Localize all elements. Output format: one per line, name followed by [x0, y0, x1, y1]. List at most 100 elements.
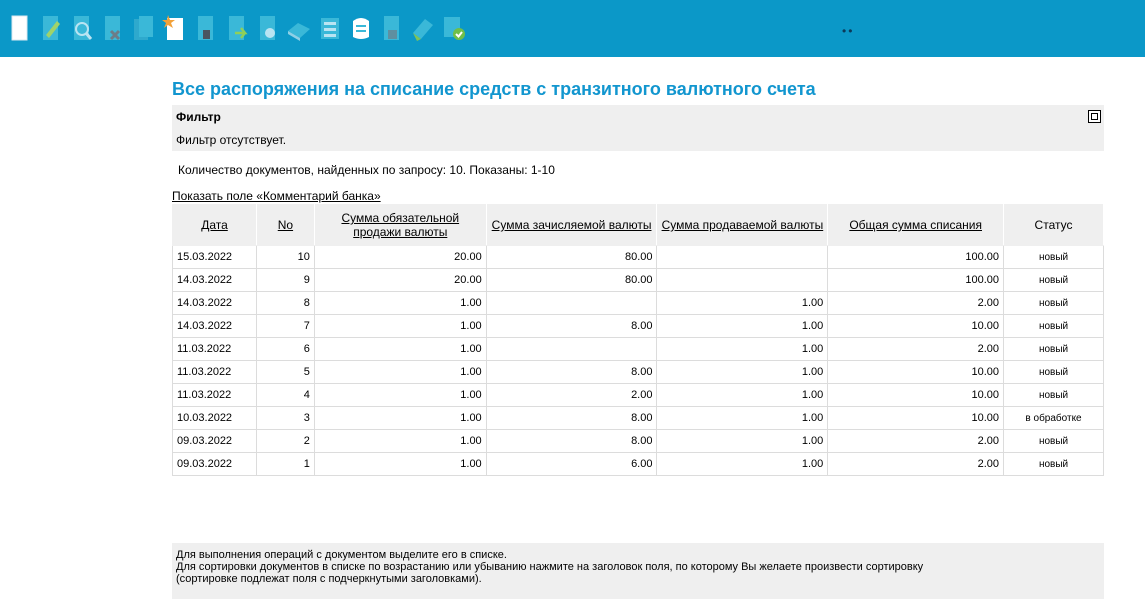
filter-panel: Фильтр Фильтр отсутствует. [172, 105, 1104, 151]
copy-document-icon[interactable] [130, 13, 157, 44]
cell-status: новый [1003, 314, 1104, 338]
cell-credited: 8.00 [485, 429, 658, 453]
cell-credited [485, 337, 658, 361]
cell-date: 15.03.2022 [172, 245, 257, 269]
cell-credited: 2.00 [485, 383, 658, 407]
column-header-no-label: No [277, 218, 294, 232]
cell-status: новый [1003, 429, 1104, 453]
cell-total: 2.00 [827, 337, 1005, 361]
column-header-sold-label: Сумма продаваемой валюты [661, 218, 824, 232]
cell-total: 10.00 [827, 406, 1005, 430]
toolbar: •• [0, 0, 1145, 57]
cell-credited: 8.00 [485, 314, 658, 338]
column-header-mandatory-sale-label: Сумма обязательной продажи валюты [341, 211, 460, 239]
toolbar-indicator: •• [842, 24, 855, 38]
cell-sold [656, 245, 829, 269]
cell-total: 10.00 [827, 314, 1005, 338]
scroll-icon[interactable] [347, 13, 374, 44]
send-document-icon[interactable] [223, 13, 250, 44]
cell-credited: 80.00 [485, 268, 658, 292]
cell-credited: 6.00 [485, 452, 658, 476]
cell-no: 3 [255, 406, 315, 430]
cell-total: 2.00 [827, 291, 1005, 315]
stamp-icon[interactable] [409, 13, 436, 44]
cell-date: 14.03.2022 [172, 291, 257, 315]
column-header-date-label: Дата [201, 218, 228, 232]
column-header-status: Статус [1003, 204, 1104, 246]
toolbar-buttons [0, 13, 471, 44]
cell-no: 9 [255, 268, 315, 292]
cell-total: 100.00 [827, 245, 1005, 269]
cell-mandatory-sale: 1.00 [313, 406, 487, 430]
table-row[interactable]: 11.03.2022 4 1.00 2.00 1.00 10.00 новый [172, 383, 1104, 407]
cell-mandatory-sale: 1.00 [313, 383, 487, 407]
delete-document-icon[interactable] [99, 13, 126, 44]
column-header-credited[interactable]: Сумма зачисляемой валюты [485, 204, 658, 246]
view-document-icon[interactable] [68, 13, 95, 44]
cell-mandatory-sale: 20.00 [313, 245, 487, 269]
cell-sold: 1.00 [656, 406, 829, 430]
cell-no: 5 [255, 360, 315, 384]
cell-credited [485, 291, 658, 315]
cell-date: 11.03.2022 [172, 337, 257, 361]
archive-icon[interactable] [378, 13, 405, 44]
create-from-template-icon[interactable] [161, 13, 188, 44]
help-line-2: Для сортировки документов в списке по во… [176, 561, 924, 573]
filter-status-text: Фильтр отсутствует. [176, 133, 287, 147]
column-header-date[interactable]: Дата [172, 204, 257, 246]
cell-no: 6 [255, 337, 315, 361]
table-row[interactable]: 14.03.2022 8 1.00 1.00 2.00 новый [172, 291, 1104, 315]
cell-mandatory-sale: 1.00 [313, 452, 487, 476]
show-bank-comment-link[interactable]: Показать поле «Комментарий банка» [172, 189, 381, 203]
new-document-icon[interactable] [6, 13, 33, 44]
help-line-3: (сортировке подлежат поля с подчеркнутым… [176, 573, 482, 585]
cell-date: 10.03.2022 [172, 406, 257, 430]
column-header-credited-label: Сумма зачисляемой валюты [491, 218, 652, 232]
cell-credited: 8.00 [485, 406, 658, 430]
filter-expand-icon[interactable] [1088, 110, 1101, 123]
print-icon[interactable] [285, 13, 312, 44]
document-count: Количество документов, найденных по запр… [178, 163, 555, 177]
column-header-sold[interactable]: Сумма продаваемой валюты [656, 204, 829, 246]
documents-table: Дата No Сумма обязательной продажи валют… [172, 204, 1104, 476]
cell-status: новый [1003, 291, 1104, 315]
sign-document-icon[interactable] [192, 13, 219, 44]
cell-no: 8 [255, 291, 315, 315]
cell-no: 1 [255, 452, 315, 476]
column-header-mandatory-sale[interactable]: Сумма обязательной продажи валюты [313, 204, 487, 246]
cell-status: в обработке [1003, 406, 1104, 430]
cell-mandatory-sale: 1.00 [313, 291, 487, 315]
cell-total: 2.00 [827, 429, 1005, 453]
cell-sold: 1.00 [656, 383, 829, 407]
cell-sold: 1.00 [656, 314, 829, 338]
cell-date: 14.03.2022 [172, 314, 257, 338]
cell-status: новый [1003, 245, 1104, 269]
cell-total: 2.00 [827, 452, 1005, 476]
table-row[interactable]: 09.03.2022 2 1.00 8.00 1.00 2.00 новый [172, 429, 1104, 453]
table-row[interactable]: 14.03.2022 7 1.00 8.00 1.00 10.00 новый [172, 314, 1104, 338]
edit-document-icon[interactable] [37, 13, 64, 44]
table-row[interactable]: 15.03.2022 10 20.00 80.00 100.00 новый [172, 245, 1104, 269]
cell-no: 7 [255, 314, 315, 338]
table-row[interactable]: 10.03.2022 3 1.00 8.00 1.00 10.00 в обработке [172, 406, 1104, 430]
cell-total: 10.00 [827, 360, 1005, 384]
cell-credited: 80.00 [485, 245, 658, 269]
column-header-total[interactable]: Общая сумма списания [827, 204, 1005, 246]
table-row[interactable]: 11.03.2022 6 1.00 1.00 2.00 новый [172, 337, 1104, 361]
cell-status: новый [1003, 383, 1104, 407]
check-document-icon[interactable] [254, 13, 281, 44]
table-row[interactable]: 09.03.2022 1 1.00 6.00 1.00 2.00 новый [172, 452, 1104, 476]
help-panel: Для выполнения операций с документом выд… [172, 543, 1104, 599]
export-icon[interactable] [316, 13, 343, 44]
column-header-no[interactable]: No [255, 204, 315, 246]
cell-sold: 1.00 [656, 452, 829, 476]
cell-mandatory-sale: 1.00 [313, 429, 487, 453]
page-title: Все распоряжения на списание средств с т… [172, 79, 816, 99]
cell-date: 09.03.2022 [172, 429, 257, 453]
cell-sold [656, 268, 829, 292]
approve-document-icon[interactable] [440, 13, 467, 44]
cell-status: новый [1003, 360, 1104, 384]
table-row[interactable]: 14.03.2022 9 20.00 80.00 100.00 новый [172, 268, 1104, 292]
table-row[interactable]: 11.03.2022 5 1.00 8.00 1.00 10.00 новый [172, 360, 1104, 384]
table-body: 15.03.2022 10 20.00 80.00 100.00 новый 14.03.2… [172, 245, 1104, 476]
